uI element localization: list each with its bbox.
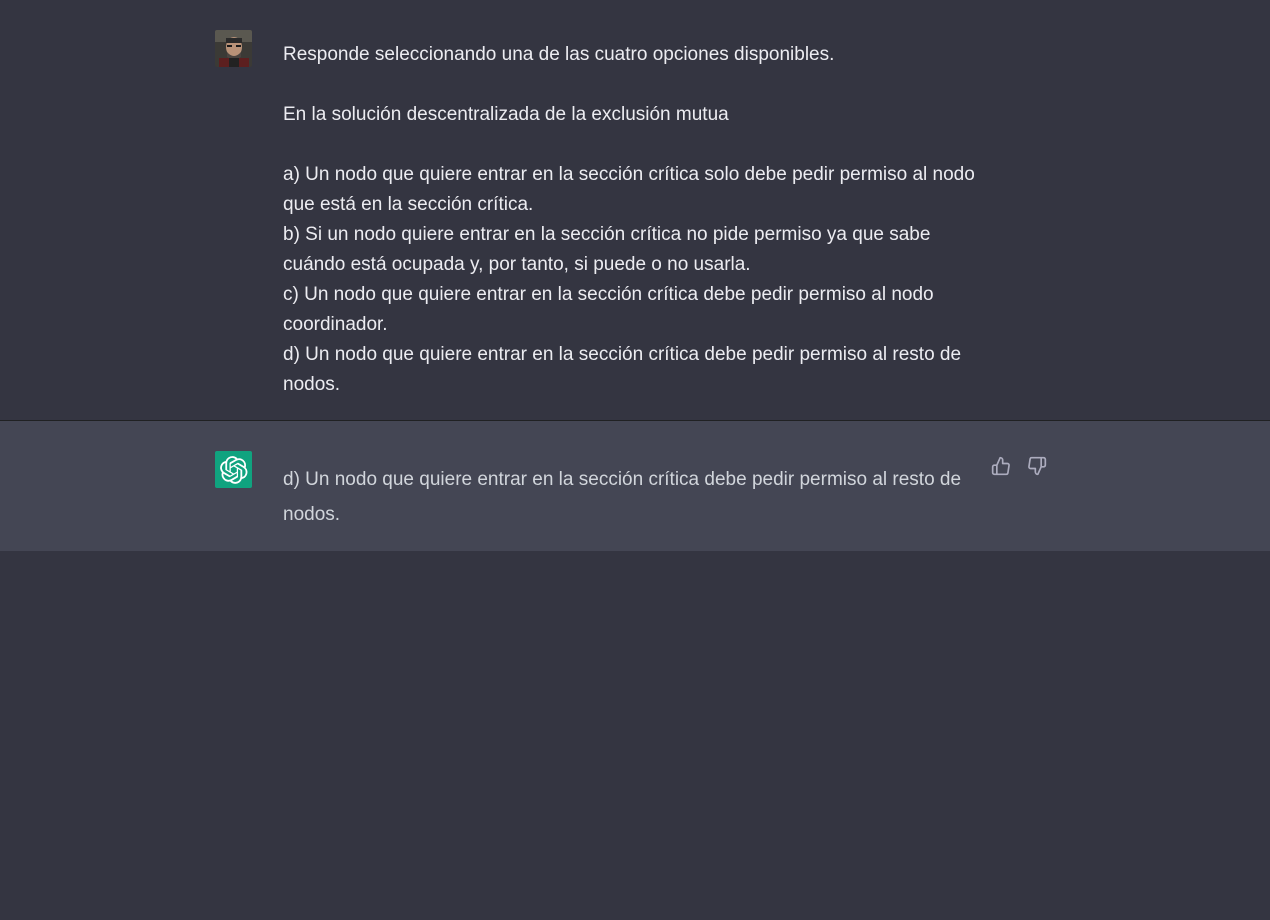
- user-avatar-photo: [215, 30, 252, 67]
- feedback-buttons: [990, 454, 1048, 478]
- openai-logo-icon: [219, 455, 247, 484]
- thumbs-down-button[interactable]: [1026, 454, 1048, 478]
- user-message-line: En la solución descentralizada de la exc…: [283, 104, 729, 125]
- user-message-row: Responde seleccionando una de las cuatro…: [0, 0, 1270, 421]
- thumbs-down-icon: [1028, 456, 1047, 476]
- user-message-text: Responde seleccionando una de las cuatro…: [283, 40, 983, 400]
- thumbs-up-button[interactable]: [990, 454, 1012, 478]
- thumbs-up-icon: [991, 456, 1010, 476]
- chat-page: Responde seleccionando una de las cuatro…: [0, 0, 1270, 920]
- user-message-line: Responde seleccionando una de las cuatro…: [283, 44, 835, 65]
- option-d: d) Un nodo que quiere entrar en la secci…: [283, 344, 962, 395]
- option-c: c) Un nodo que quiere entrar en la secci…: [283, 284, 934, 335]
- assistant-avatar: [215, 451, 252, 488]
- user-avatar: [215, 30, 252, 67]
- option-a: a) Un nodo que quiere entrar en la secci…: [283, 164, 975, 215]
- option-b: b) Si un nodo quiere entrar en la secció…: [283, 224, 931, 275]
- assistant-message-text: d) Un nodo que quiere entrar en la secci…: [283, 469, 962, 525]
